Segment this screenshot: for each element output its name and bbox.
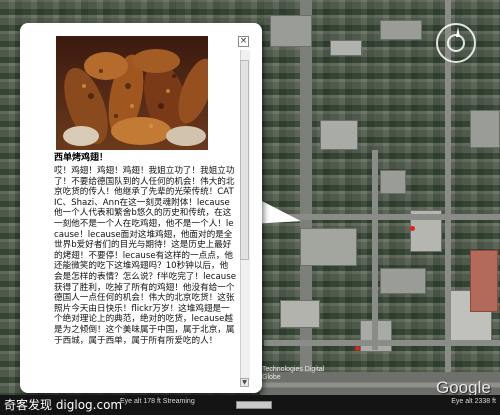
site-watermark: 奇客发现 diglog.com [4, 398, 123, 412]
eye-altitude: Eye alt 2338 ft [451, 398, 496, 405]
building [380, 268, 426, 294]
post-body: 哎！鸡翅！鸡翅！鸡翅！我姐立功了！我姐立功了！不要给德国队到的人任何的机会！伟大… [54, 166, 236, 346]
building [380, 170, 406, 194]
building [270, 15, 312, 47]
status-bar: 奇客发现 diglog.com Eye alt 178 ft Streaming… [0, 395, 500, 415]
grilled-chicken-wings-image [56, 36, 208, 150]
map-pin-icon[interactable] [355, 346, 360, 351]
compass-ring [447, 34, 465, 52]
balloon-content: 西单烤鸡翅！ 哎！鸡翅！鸡翅！鸡翅！我姐立功了！我姐立功了！不要给德国队到的人任… [54, 152, 236, 384]
streaming-progress-fill [237, 402, 271, 408]
building [280, 300, 320, 328]
compass-icon[interactable] [436, 23, 476, 63]
building [320, 120, 358, 150]
map-pin-icon[interactable] [410, 226, 415, 231]
map-copyright: Technologies Digital Globe [262, 366, 325, 381]
road [264, 340, 500, 346]
food-photo [56, 36, 208, 150]
close-button[interactable]: × [238, 36, 249, 47]
post-title: 西单烤鸡翅！ [54, 153, 109, 163]
popup-scroll-thumb[interactable] [240, 60, 249, 260]
building [470, 250, 498, 312]
road [372, 150, 378, 350]
streaming-progress-bar [236, 401, 272, 409]
scroll-down-arrow-icon[interactable]: ▼ [240, 378, 249, 387]
building [330, 40, 362, 56]
building [380, 20, 422, 40]
status-info: Eye alt 178 ft Streaming [120, 398, 195, 405]
building [470, 110, 500, 148]
building [300, 228, 357, 266]
